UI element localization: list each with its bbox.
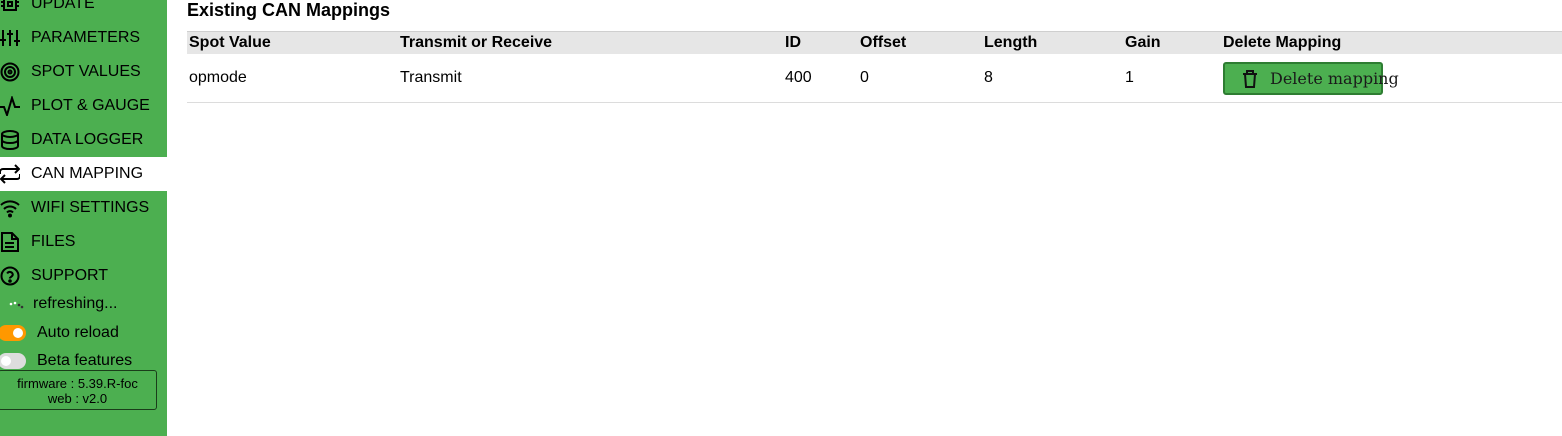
sidebar-item-label: SUPPORT <box>31 267 109 284</box>
column-header: ID <box>785 34 801 51</box>
sidebar-item-label: WIFI SETTINGS <box>31 199 150 216</box>
column-header: Gain <box>1125 34 1161 51</box>
sidebar-item-plot-gauge[interactable]: PLOT & GAUGE <box>0 89 167 123</box>
column-header: Length <box>984 34 1038 51</box>
version-info: firmware : 5.39.R-foc web : v2.0 <box>0 370 157 410</box>
auto-reload-label: Auto reload <box>37 324 119 341</box>
refresh-status: refreshing... <box>0 293 167 315</box>
firmware-version: firmware : 5.39.R-foc <box>17 376 138 391</box>
sidebar-item-label: UPDATE <box>31 0 95 12</box>
beta-features-label: Beta features <box>37 352 133 369</box>
cell-offset: 0 <box>860 69 869 86</box>
sidebar-item-label: SPOT VALUES <box>31 63 141 80</box>
refresh-text: refreshing... <box>33 295 118 312</box>
beta-features-toggle-row[interactable]: Beta features <box>0 350 167 372</box>
delete-mapping-button[interactable]: Delete mapping <box>1223 62 1399 95</box>
sidebar-item-data-logger[interactable]: DATA LOGGER <box>0 123 167 157</box>
column-header: Transmit or Receive <box>400 34 553 51</box>
auto-reload-toggle-row[interactable]: Auto reload <box>0 322 167 344</box>
column-header: Spot Value <box>189 34 271 51</box>
sidebar-item-label: FILES <box>31 233 76 250</box>
sidebar: UPDATE PARAMETERS SPOT VALUES PLOT & GAU… <box>0 0 167 436</box>
cell-gain: 1 <box>1125 69 1134 86</box>
sidebar-item-wifi-settings[interactable]: WIFI SETTINGS <box>0 191 167 225</box>
switch-knob <box>13 328 23 338</box>
cell-id: 400 <box>785 69 812 86</box>
sidebar-item-label: PLOT & GAUGE <box>31 97 150 114</box>
cell-direction: Transmit <box>400 69 462 86</box>
switch-knob <box>1 356 11 366</box>
sidebar-item-support[interactable]: SUPPORT <box>0 259 167 293</box>
repeat-icon <box>0 164 20 184</box>
cell-length: 8 <box>984 69 993 86</box>
sidebar-item-label: CAN MAPPING <box>31 165 144 182</box>
beta-features-switch[interactable] <box>0 353 26 369</box>
wifi-icon <box>0 200 20 218</box>
table-header: Spot Value Transmit or Receive ID Offset… <box>187 31 1562 54</box>
target-icon <box>0 62 20 82</box>
sidebar-item-parameters[interactable]: PARAMETERS <box>0 21 167 55</box>
cell-spot-value: opmode <box>189 69 247 86</box>
sliders-icon <box>0 30 20 46</box>
sidebar-item-label: DATA LOGGER <box>31 131 144 148</box>
sidebar-item-update[interactable]: UPDATE <box>0 0 167 21</box>
column-header: Delete Mapping <box>1223 34 1342 51</box>
web-version: web : v2.0 <box>47 391 108 406</box>
help-circle-icon <box>0 266 20 286</box>
trash-icon <box>1243 70 1257 88</box>
file-icon <box>1 232 19 252</box>
can-mappings-table: Spot Value Transmit or Receive ID Offset… <box>187 31 1562 103</box>
sidebar-item-spot-values[interactable]: SPOT VALUES <box>0 55 167 89</box>
column-header: Offset <box>860 34 907 51</box>
table-row: opmode Transmit 400 0 8 1 Delete mapping <box>187 54 1562 103</box>
sidebar-item-label: PARAMETERS <box>31 29 141 46</box>
activity-icon <box>0 96 20 116</box>
database-icon <box>1 130 19 150</box>
auto-reload-switch[interactable] <box>0 325 26 341</box>
sidebar-item-can-mapping[interactable]: CAN MAPPING <box>0 157 167 191</box>
delete-mapping-label: Delete mapping <box>1270 69 1399 88</box>
sidebar-item-files[interactable]: FILES <box>0 225 167 259</box>
chip-icon <box>1 0 19 11</box>
spinner-icon <box>9 301 24 309</box>
page-title: Existing CAN Mappings <box>187 0 391 20</box>
